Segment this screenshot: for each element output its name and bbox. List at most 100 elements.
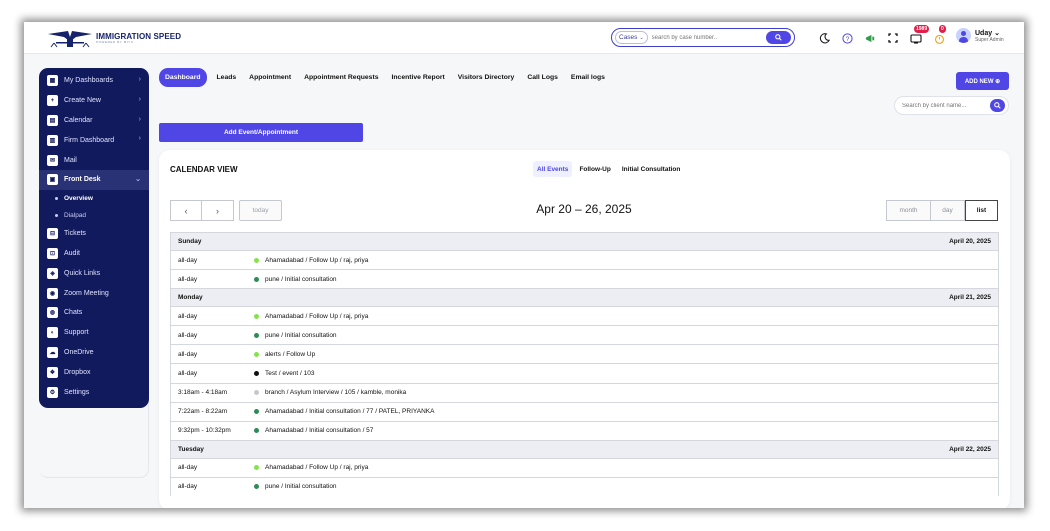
tab-incentive-report[interactable]: Incentive Report [389,68,448,87]
chevron-right-icon: › [138,135,141,143]
sidebar-item-my-dashboards[interactable]: ▦ My Dashboards › [39,71,149,91]
sidebar-item-chats[interactable]: ◍ Chats [39,303,149,323]
event-row[interactable]: 7:22am - 8:22am Ahamadabad / Initial cons… [170,401,999,421]
event-row[interactable]: all-day pune / Initial consultation [170,325,999,345]
case-search-input[interactable] [651,34,762,41]
sidebar-item-create-new[interactable]: + Create New › [39,91,149,111]
sidebar-item-zoom-meeting[interactable]: ◉ Zoom Meeting [39,283,149,303]
event-title[interactable]: Ahamadabad / Follow Up / raj, priya [265,313,368,320]
tab-appointment-requests[interactable]: Appointment Requests [301,68,381,87]
event-row[interactable]: all-day alerts / Follow Up [170,344,999,364]
event-dot-icon [254,409,259,415]
event-dot-icon [254,257,259,263]
tab-email-logs[interactable]: Email logs [568,68,608,87]
day-date[interactable]: April 21, 2025 [949,294,991,301]
event-dot-icon [254,276,259,282]
tab-visitors-directory[interactable]: Visitors Directory [455,68,518,87]
day-name: Monday [178,294,203,302]
event-row[interactable]: 9:32pm - 10:32pm Ahamadabad / Initial con… [170,420,999,440]
tab-dashboard[interactable]: Dashboard [159,68,207,87]
tab-appointment[interactable]: Appointment [246,68,294,87]
prev-week-button[interactable]: ‹ [170,200,202,221]
client-search-button[interactable] [990,99,1005,112]
add-new-button[interactable]: ADD NEW ⊕ [956,72,1009,90]
sidebar-subitem-dialpad[interactable]: Dialpad [39,207,149,224]
sidebar-item-front-desk[interactable]: ▣ Front Desk ⌄ [39,169,149,190]
event-row[interactable]: all-day Ahamadabad / Follow Up / raj, pri… [170,457,999,477]
avatar [956,28,971,43]
event-title[interactable]: pune / Initial consultation [265,276,337,283]
filter-initial-consultation[interactable]: Initial Consultation [618,161,685,177]
event-time: all-day [178,350,198,358]
search-button[interactable] [766,31,791,44]
chat-icon: ◍ [47,307,58,319]
event-time: all-day [178,331,198,339]
today-button[interactable]: today [239,200,282,221]
megaphone-icon[interactable] [863,31,877,45]
client-search-input[interactable] [902,102,982,109]
view-list-button[interactable]: list [965,200,998,221]
event-title[interactable]: alerts / Follow Up [265,351,315,358]
next-week-button[interactable]: › [202,200,234,221]
event-title[interactable]: Ahamadabad / Follow Up / raj, priya [265,257,368,264]
event-row[interactable]: all-day Ahamadabad / Follow Up / raj, pri… [170,250,999,270]
sidebar-item-tickets[interactable]: ⊟ Tickets [39,224,149,244]
event-row[interactable]: all-day Ahamadabad / Follow Up / raj, pri… [170,306,999,326]
filter-all-events[interactable]: All Events [533,161,573,177]
user-name: Uday [975,29,993,37]
event-title[interactable]: pune / Initial consultation [265,332,337,339]
sidebar-subitem-overview[interactable]: Overview [39,190,149,207]
day-date[interactable]: April 22, 2025 [949,446,991,453]
filter-follow-up[interactable]: Follow-Up [575,161,614,177]
day-header: Tuesday April 22, 2025 [170,439,999,458]
notification-icon[interactable]: 1989 [909,25,930,45]
sidebar-item-onedrive[interactable]: ☁ OneDrive [39,343,149,363]
sidebar-item-dropbox[interactable]: ❖ Dropbox [39,362,149,382]
mail-icon: ✉ [47,154,58,166]
chevron-left-icon: ‹ [184,205,188,216]
headset-icon: ◐ [47,327,58,339]
fullscreen-icon[interactable] [886,31,900,45]
logo-tagline: POWERED BY MYIS [96,39,134,44]
add-event-appointment-button[interactable]: Add Event/Appointment [159,123,363,142]
cloud-icon: ☁ [47,346,58,358]
day-date[interactable]: April 20, 2025 [949,238,991,245]
help-icon[interactable]: ? [840,31,854,45]
sidebar-item-calendar[interactable]: ▤ Calendar › [39,111,149,131]
dark-mode-icon[interactable] [817,31,831,45]
sidebar-item-mail[interactable]: ✉ Mail [39,150,149,170]
sidebar-item-support[interactable]: ◐ Support [39,323,149,343]
top-bar: IMMIGRATION SPEED POWERED BY MYIS Cases … [24,22,1024,54]
timer-icon[interactable]: 0 [932,25,946,45]
user-menu[interactable]: Uday ⌄ Super Admin [956,28,1004,43]
event-row[interactable]: all-day pune / Initial consultation [170,476,999,497]
logo[interactable]: IMMIGRATION SPEED POWERED BY MYIS [46,27,181,49]
dropbox-icon: ❖ [47,366,58,378]
event-row[interactable]: all-day pune / Initial consultation [170,269,999,289]
event-time: all-day [178,483,198,491]
sidebar-item-firm-dashboard[interactable]: ▥ Firm Dashboard › [39,130,149,150]
event-list: Sunday April 20, 2025 all-day Ahamadabad / … [170,232,999,497]
event-filters: All Events Follow-Up Initial Consultatio… [533,161,684,177]
sidebar-item-settings[interactable]: ⚙ Settings [39,382,149,402]
event-title[interactable]: branch / Asylum Interview / 105 / kamble… [265,389,406,396]
sidebar-item-quick-links[interactable]: ◈ Quick Links [39,263,149,283]
event-row[interactable]: 3:18am - 4:18am branch / Asylum Interview… [170,382,999,402]
view-month-button[interactable]: month [886,200,931,221]
view-day-button[interactable]: day [931,200,965,221]
day-header: Monday April 21, 2025 [170,288,999,307]
calendar-title: CALENDAR VIEW [170,165,238,174]
event-row[interactable]: all-day Test / event / 103 [170,363,999,383]
event-title[interactable]: Ahamadabad / Follow Up / raj, priya [265,464,368,471]
case-type-select[interactable]: Cases ⌄ [615,31,648,44]
sidebar-item-audit[interactable]: ⊡ Audit [39,244,149,264]
tab-leads[interactable]: Leads [214,68,240,87]
event-title[interactable]: Ahamadabad / Initial consultation / 77 /… [265,408,434,415]
event-time: all-day [178,275,198,283]
event-title[interactable]: pune / Initial consultation [265,483,337,490]
event-title[interactable]: Test / event / 103 [265,370,315,377]
event-title[interactable]: Ahamadabad / Initial consultation / 57 [265,427,373,434]
day-header: Sunday April 20, 2025 [170,232,999,250]
tab-call-logs[interactable]: Call Logs [524,68,561,87]
user-role: Super Admin [975,36,1004,43]
